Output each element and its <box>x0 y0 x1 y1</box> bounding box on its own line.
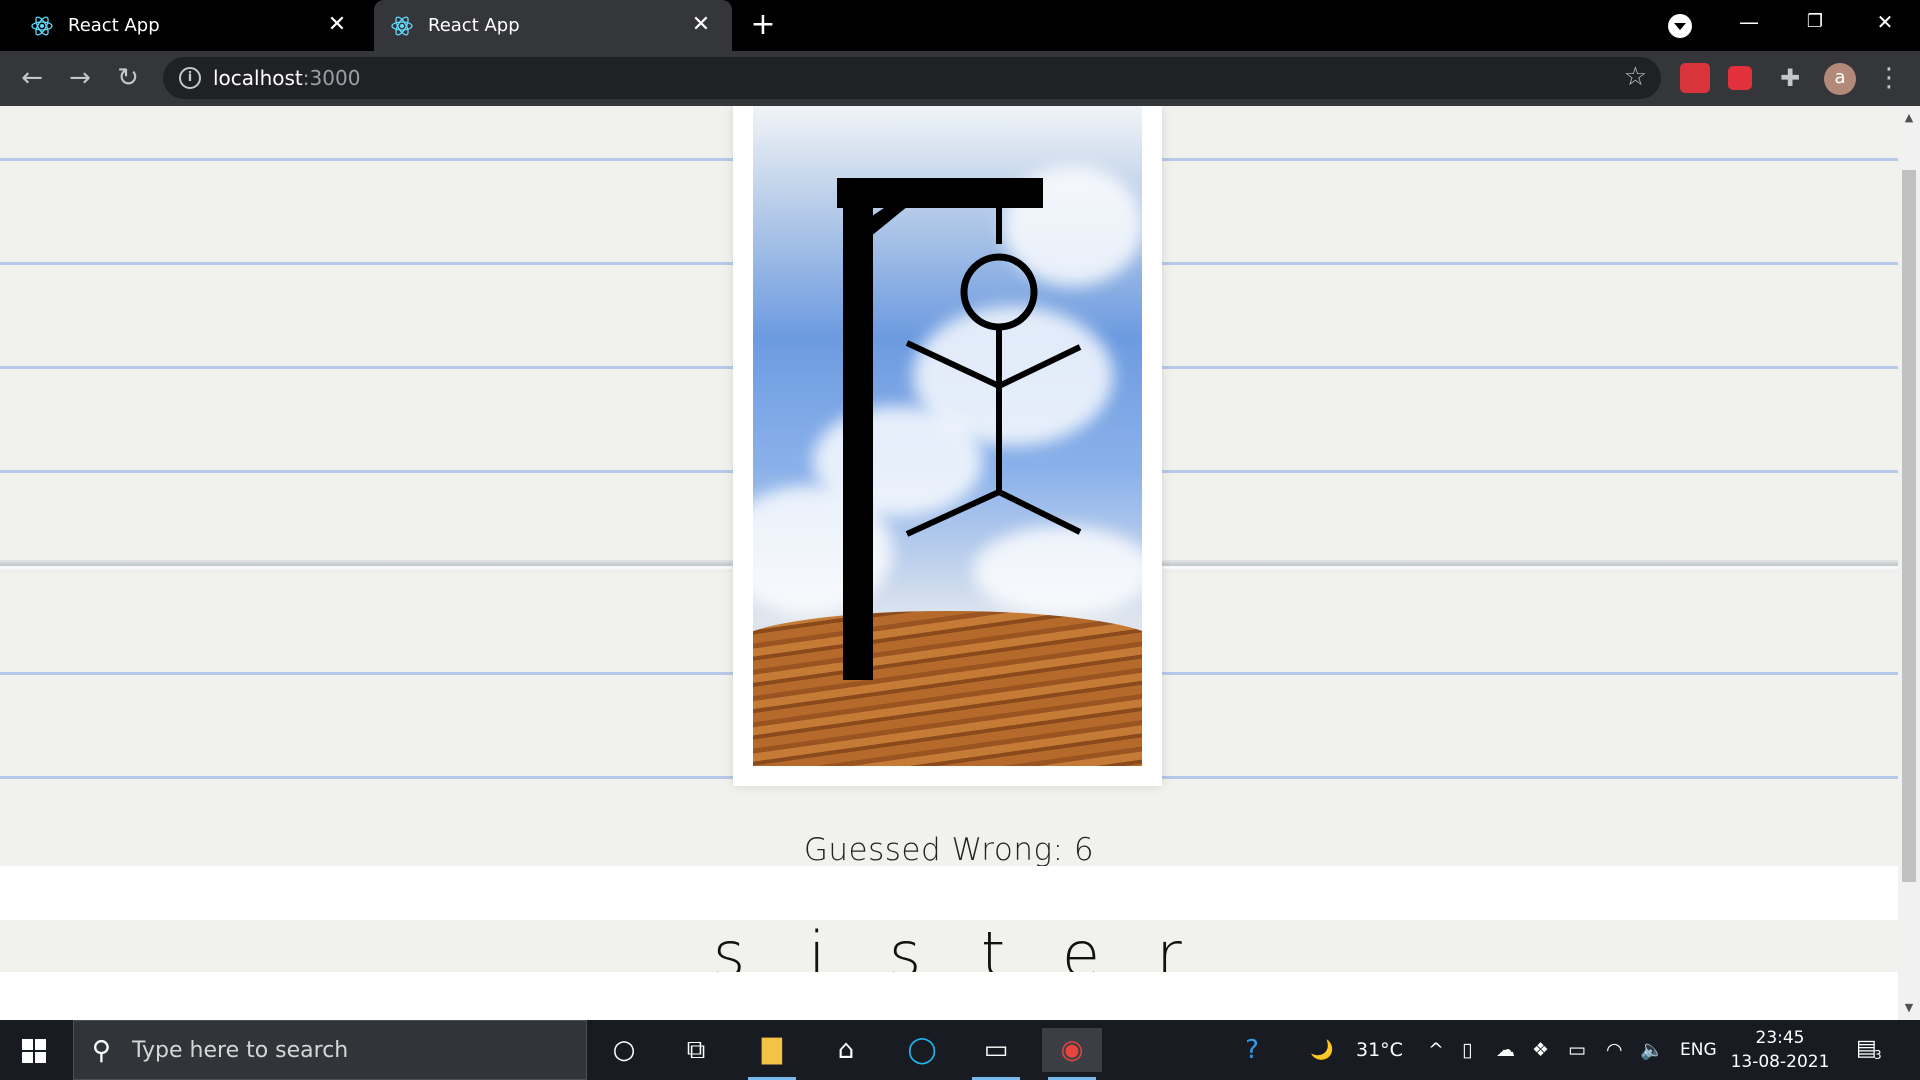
alexa-icon[interactable]: ◯ <box>892 1028 952 1072</box>
word-letter: i <box>808 918 826 973</box>
reload-icon[interactable]: ↻ <box>110 60 146 96</box>
page-scrollbar[interactable]: ▲ ▼ <box>1898 106 1920 1020</box>
extension-icon[interactable] <box>1680 63 1710 93</box>
file-explorer-icon[interactable]: ▇ <box>742 1028 802 1080</box>
dropbox-icon[interactable]: ❖ <box>1532 1020 1549 1080</box>
bookmark-star-icon[interactable]: ☆ <box>1624 62 1647 92</box>
gallows-and-stickman <box>837 178 1082 680</box>
time: 23:45 <box>1755 1028 1805 1048</box>
chrome-icon[interactable]: ◉ <box>1042 1028 1102 1080</box>
window-close-icon[interactable]: ✕ <box>1856 0 1914 44</box>
avatar[interactable]: a <box>1824 63 1856 95</box>
react-icon <box>391 15 413 36</box>
search-icon: ⚲ <box>92 1036 112 1066</box>
help-icon[interactable]: ? <box>1222 1028 1282 1072</box>
back-icon[interactable]: ← <box>14 60 50 96</box>
hangman-card <box>733 106 1162 786</box>
scroll-down-icon[interactable]: ▼ <box>1903 1002 1915 1014</box>
browser-toolbar: ← → ↻ i localhost:3000 ☆ ✚ a ⋮ <box>0 51 1920 106</box>
windows-taskbar: ⚲ Type here to search ○ ⧉ ▇ ⌂ ◯ ▭ ◉ ? 🌙 … <box>0 1020 1920 1080</box>
task-view-icon[interactable]: ⧉ <box>666 1028 726 1072</box>
site-info-icon[interactable]: i <box>179 67 201 89</box>
wrong-guess-count: Guessed Wrong: 6 <box>803 832 1095 868</box>
word-letter: r <box>1156 918 1182 973</box>
minimize-icon[interactable]: — <box>1720 0 1778 44</box>
clock[interactable]: 23:45 13-08-2021 <box>1726 1026 1834 1074</box>
battery-icon[interactable]: ▭ <box>1568 1020 1586 1080</box>
react-icon <box>31 15 53 36</box>
wifi-icon[interactable]: ◠ <box>1606 1020 1623 1080</box>
address-bar[interactable]: i localhost:3000 ☆ <box>163 57 1661 99</box>
url-text[interactable]: localhost:3000 <box>213 66 360 90</box>
notification-count: 3 <box>1874 1048 1882 1062</box>
scroll-thumb[interactable] <box>1902 170 1916 882</box>
word-letter: t <box>980 918 1006 973</box>
word-display: s i s t e r <box>0 918 1898 973</box>
device-icon[interactable]: ▯ <box>1462 1020 1472 1080</box>
menu-icon[interactable]: ⋮ <box>1876 63 1902 95</box>
windows-start-icon[interactable] <box>22 1039 46 1063</box>
tab-strip: React App ✕ React App ✕ + — ❐ ✕ <box>0 0 1920 51</box>
tab-react-app-2[interactable]: React App ✕ <box>374 0 732 51</box>
show-hidden-icons-icon[interactable]: ^ <box>1428 1020 1444 1080</box>
weather-icon[interactable]: 🌙 <box>1310 1020 1334 1080</box>
tab-react-app-1[interactable]: React App ✕ <box>0 0 368 51</box>
taskbar-search-box[interactable]: ⚲ Type here to search <box>73 1020 587 1080</box>
new-tab-button[interactable]: + <box>745 9 781 43</box>
search-placeholder: Type here to search <box>132 1038 349 1063</box>
scroll-up-icon[interactable]: ▲ <box>1903 112 1915 124</box>
close-tab-icon[interactable]: ✕ <box>688 12 714 38</box>
cortana-icon[interactable]: ○ <box>594 1028 654 1072</box>
forward-icon[interactable]: → <box>62 60 98 96</box>
tab-title: React App <box>68 15 160 36</box>
restore-icon[interactable]: ❐ <box>1786 0 1844 44</box>
weather-temp[interactable]: 31°C <box>1356 1020 1403 1080</box>
tab-title: React App <box>428 15 520 36</box>
language-indicator[interactable]: ENG <box>1680 1020 1717 1080</box>
page-bottom-area <box>0 866 1898 920</box>
notification-icon[interactable]: ▤ 3 <box>1856 1036 1886 1062</box>
volume-icon[interactable]: 🔈 <box>1640 1020 1664 1080</box>
app-icon[interactable]: ⌂ <box>816 1028 876 1072</box>
date: 13-08-2021 <box>1730 1052 1830 1072</box>
hangman-image <box>753 106 1142 766</box>
word-letter: e <box>1061 918 1101 973</box>
close-tab-icon[interactable]: ✕ <box>324 12 350 38</box>
pocket-icon[interactable] <box>1728 66 1752 90</box>
puzzle-extensions-icon[interactable]: ✚ <box>1772 60 1808 96</box>
onedrive-cloud-icon[interactable]: ☁ <box>1496 1020 1515 1080</box>
terminal-icon[interactable]: ▭ <box>966 1028 1026 1080</box>
tab-search-icon[interactable] <box>1668 14 1692 38</box>
word-letter: s <box>888 918 922 973</box>
word-letter: s <box>712 918 746 973</box>
page-viewport: Guessed Wrong: 6 s i s t e r <box>0 106 1898 972</box>
